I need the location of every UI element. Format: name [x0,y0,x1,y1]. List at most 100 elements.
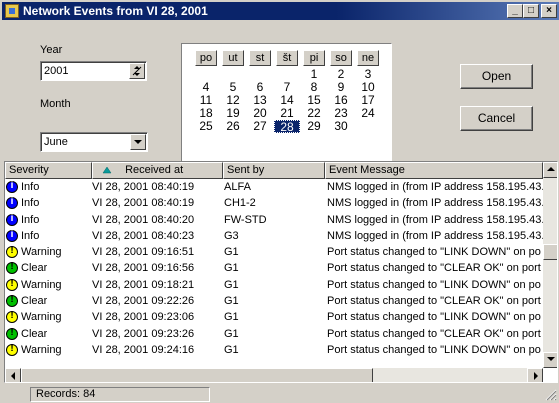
sent-by-cell: CH1-2 [224,197,256,210]
sort-ascending-icon [102,166,112,174]
info-icon: i [6,196,18,210]
calendar-weekday-header: ne [357,50,379,66]
column-header-label: Received at [125,164,184,176]
spin-arrows-icon [132,66,142,76]
received-at-cell: VI 28, 2001 08:40:23 [92,229,195,242]
calendar-day-selected[interactable]: 28 [274,120,300,134]
sent-by-cell: G1 [224,327,239,340]
calendar-day[interactable]: 25 [193,120,219,133]
severity-cell: Warning [21,246,62,259]
column-header-received[interactable]: Received at [92,162,223,179]
vertical-scroll-thumb[interactable] [543,244,557,260]
warning-icon: ! [6,277,18,291]
severity-glyph: ! [10,310,14,322]
network-events-window: Network Events from VI 28, 2001 _ □ × Ye… [0,0,559,403]
close-button[interactable]: × [541,4,557,18]
severity-glyph: ! [10,326,14,338]
severity-cell: Info [21,181,40,193]
table-row[interactable]: i Info VI 28, 2001 08:40:20 FW-STD NMS logge… [5,212,543,228]
year-spinner[interactable]: 2001 [40,61,147,81]
severity-glyph: ! [10,277,14,289]
horizontal-scroll-thumb[interactable] [21,368,373,382]
table-row[interactable]: i Info VI 28, 2001 08:40:19 ALFA NMS logged … [5,179,543,195]
chevron-down-icon [134,140,142,144]
calendar-weekday-header: št [276,50,298,66]
vertical-scrollbar[interactable] [543,162,557,368]
severity-cell: Clear [21,295,48,308]
month-dropdown[interactable]: June [40,132,148,152]
scroll-left-button[interactable] [5,368,21,382]
status-bar: Records: 84 [2,385,559,403]
month-dropdown-button[interactable] [130,134,146,150]
column-header-label: Event Message [329,164,405,176]
severity-glyph: i [10,212,14,224]
maximize-button[interactable]: □ [523,4,539,18]
received-at-cell: VI 28, 2001 09:16:56 [92,262,195,275]
title-bar[interactable]: Network Events from VI 28, 2001 _ □ × [2,2,559,20]
severity-cell: Warning [21,343,62,356]
filter-panel: Year 2001 Month June po ut st št pi so ne 1 2 3 4 5… [2,20,559,167]
received-at-cell: VI 28, 2001 08:40:20 [92,213,195,226]
minimize-button[interactable]: _ [507,4,523,18]
table-row[interactable]: ! Clear VI 28, 2001 09:23:26 G1 Port status … [5,326,543,342]
year-spin-buttons[interactable] [129,63,145,79]
table-row[interactable]: i Info VI 28, 2001 08:40:19 CH1-2 NMS logged… [5,195,543,211]
event-message-cell: Port status changed to "CLEAR OK" on por… [327,295,541,308]
table-row[interactable]: ! Warning VI 28, 2001 09:24:16 G1 Port statu… [5,342,543,358]
table-row[interactable]: i Info VI 28, 2001 08:40:23 G3 NMS logged in… [5,228,543,244]
scroll-down-button[interactable] [543,352,557,368]
horizontal-scrollbar[interactable] [5,368,543,382]
severity-glyph: ! [10,245,14,257]
scroll-right-button[interactable] [527,368,543,382]
calendar-day[interactable]: 27 [247,120,273,133]
severity-cell: Warning [21,278,62,291]
calendar-weekday-header: po [195,50,217,66]
arrow-up-icon [547,167,555,171]
calendar-day[interactable]: 26 [220,120,246,133]
received-at-cell: VI 28, 2001 09:16:51 [92,246,195,259]
calendar-weekday-header: st [249,50,271,66]
scroll-up-button[interactable] [543,162,557,178]
event-message-cell: Port status changed to "LINK DOWN" on po [327,311,541,324]
calendar-weekday-header: ut [222,50,244,66]
warning-icon: ! [6,245,18,259]
cancel-button[interactable]: Cancel [460,106,533,131]
resize-grip-icon[interactable] [545,389,557,401]
severity-cell: Info [21,213,40,226]
column-header-message[interactable]: Event Message [325,162,543,179]
received-at-cell: VI 28, 2001 09:22:26 [92,295,195,308]
severity-cell: Info [21,197,40,210]
calendar-day[interactable]: 30 [328,120,354,133]
month-value: June [44,136,68,148]
severity-glyph: ! [10,342,14,354]
info-icon: i [6,180,18,193]
received-at-cell: VI 28, 2001 09:18:21 [92,278,195,291]
severity-glyph: ! [10,294,14,306]
sent-by-cell: G1 [224,246,239,259]
sent-by-cell: G1 [224,278,239,291]
calendar-day[interactable]: 21 [274,107,300,120]
event-message-cell: NMS logged in (from IP address 158.195.4… [327,213,543,226]
year-value: 2001 [44,65,69,77]
window-title: Network Events from VI 28, 2001 [23,4,208,18]
month-label: Month [40,98,71,110]
sent-by-cell: ALFA [224,181,251,193]
calendar-day[interactable]: 29 [301,120,327,133]
arrow-down-icon [547,357,555,361]
column-header-severity[interactable]: Severity [5,162,92,179]
open-button[interactable]: Open [460,64,533,89]
table-row[interactable]: ! Warning VI 28, 2001 09:16:51 G1 Port statu… [5,244,543,260]
calendar-day[interactable]: 24 [355,107,381,120]
event-message-cell: Port status changed to "LINK DOWN" on po [327,246,541,259]
table-row[interactable]: ! Warning VI 28, 2001 09:23:06 G1 Port statu… [5,309,543,325]
severity-cell: Clear [21,262,48,275]
received-at-cell: VI 28, 2001 09:23:06 [92,311,195,324]
table-row[interactable]: ! Clear VI 28, 2001 09:16:56 G1 Port status … [5,260,543,276]
severity-cell: Warning [21,311,62,324]
table-row[interactable]: ! Warning VI 28, 2001 09:18:21 G1 Port statu… [5,277,543,293]
sent-by-cell: G1 [224,295,239,308]
table-row[interactable]: ! Clear VI 28, 2001 09:22:26 G1 Port status … [5,293,543,309]
clear-icon: ! [6,326,18,340]
clear-icon: ! [6,261,18,275]
column-header-sent-by[interactable]: Sent by [223,162,325,179]
